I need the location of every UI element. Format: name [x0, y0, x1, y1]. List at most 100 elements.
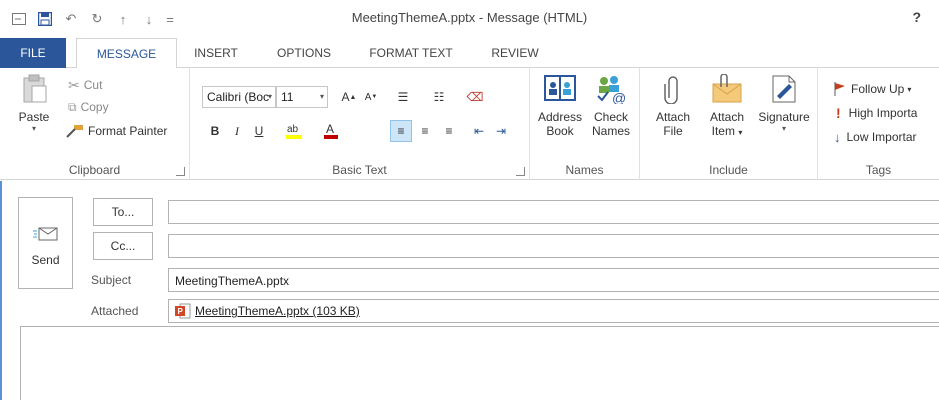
svg-text:A: A — [326, 122, 334, 136]
group-basic-text: Calibri (Boc ▾ 11 ▾ A ▲ A ▼ ☰ ☷ ⌫ B I U ab… — [190, 68, 530, 180]
basic-text-group-label: Basic Text — [332, 163, 387, 177]
svg-text:@: @ — [612, 90, 626, 104]
check-names-label-1: Check — [593, 110, 628, 124]
tab-options[interactable]: OPTIONS — [264, 38, 344, 68]
tab-message[interactable]: MESSAGE — [76, 38, 177, 69]
attach-item-label-2: Item ▾ — [711, 124, 743, 138]
decrease-indent-icon[interactable]: ⇤ — [468, 120, 490, 142]
paste-icon — [23, 74, 47, 103]
follow-up-label: Follow Up — [851, 82, 905, 96]
format-painter-icon — [66, 125, 83, 138]
attach-item-button[interactable]: Attach Item ▾ — [702, 73, 752, 138]
svg-text:P: P — [178, 307, 184, 316]
align-center-icon[interactable]: ≡ — [414, 120, 436, 142]
copy-button[interactable]: ⧉ Copy — [68, 96, 109, 118]
address-book-icon — [544, 75, 576, 101]
font-name-value: Calibri (Boc — [207, 90, 270, 104]
copy-icon: ⧉ — [68, 99, 77, 114]
tab-file[interactable]: FILE — [0, 38, 66, 68]
clipboard-group-label: Clipboard — [68, 163, 121, 177]
low-importance-label: Low Importar — [846, 130, 917, 144]
address-book-button[interactable]: Address Book — [534, 74, 586, 138]
paperclip-icon — [664, 76, 678, 105]
send-label: Send — [31, 253, 60, 267]
bold-icon[interactable]: B — [204, 120, 226, 142]
numbering-icon[interactable]: ☷ — [428, 86, 450, 108]
low-importance-icon: ↓ — [834, 129, 841, 145]
signature-icon — [772, 75, 796, 103]
follow-up-button[interactable]: Follow Up ▾ — [834, 78, 911, 100]
increase-indent-icon[interactable]: ⇥ — [490, 120, 512, 142]
cc-button[interactable]: Cc... — [93, 232, 153, 260]
scissors-icon: ✂ — [68, 76, 80, 93]
title-bar: ↶ ↻ ↑ ↓ = MeetingThemeA.pptx - Message (… — [0, 0, 939, 38]
compose-area: Send To... Cc... Subject MeetingThemeA.p… — [0, 181, 939, 400]
cut-label: Cut — [83, 78, 103, 92]
tab-format-text[interactable]: FORMAT TEXT — [358, 38, 464, 68]
high-importance-icon: ! — [836, 105, 841, 121]
group-include: Attach File Attach Item ▾ Signature ▾ In… — [640, 68, 818, 180]
underline-icon[interactable]: U — [248, 120, 270, 142]
signature-label: Signature — [758, 110, 810, 124]
address-book-label-1: Address — [537, 110, 583, 124]
include-group-label: Include — [709, 163, 748, 177]
highlight-icon[interactable]: ab — [284, 120, 306, 142]
copy-label: Copy — [80, 100, 109, 114]
grow-font-icon[interactable]: A ▲ — [338, 86, 360, 108]
font-size-value: 11 — [281, 90, 294, 104]
to-button[interactable]: To... — [93, 198, 153, 226]
clipboard-launcher-icon[interactable] — [176, 167, 185, 176]
to-field[interactable] — [168, 200, 939, 224]
check-names-button[interactable]: @ Check Names — [588, 74, 634, 138]
tab-review[interactable]: REVIEW — [480, 38, 550, 68]
low-importance-button[interactable]: ↓ Low Importar — [834, 126, 917, 148]
attachment-name: MeetingThemeA.pptx (103 KB) — [195, 304, 360, 318]
powerpoint-file-icon: P — [175, 303, 191, 319]
font-dropdown-icon: ▾ — [267, 92, 272, 101]
attachment-item[interactable]: P MeetingThemeA.pptx (103 KB) — [175, 303, 360, 319]
attached-label: Attached — [91, 304, 139, 318]
names-group-label: Names — [565, 163, 604, 177]
ribbon: Paste ▾ ✂ Cut ⧉ Copy Format Painter Clip… — [0, 68, 939, 180]
check-names-label-2: Names — [591, 124, 630, 138]
flag-icon — [834, 82, 845, 96]
format-painter-button[interactable]: Format Painter — [66, 120, 167, 142]
italic-icon[interactable]: I — [226, 120, 248, 142]
follow-up-dropdown-icon: ▾ — [907, 84, 912, 94]
check-names-icon: @ — [597, 76, 626, 106]
paste-label: Paste — [18, 110, 50, 124]
message-body[interactable] — [20, 326, 939, 400]
subject-label: Subject — [91, 273, 132, 287]
attach-file-label-1: Attach — [655, 110, 691, 124]
align-right-icon[interactable]: ≡ — [438, 120, 460, 142]
shrink-font-icon[interactable]: A ▼ — [360, 86, 382, 108]
send-button[interactable]: Send — [18, 197, 73, 289]
high-importance-label: High Importa — [848, 106, 918, 120]
font-name-combo[interactable]: Calibri (Boc ▾ — [202, 86, 276, 108]
ribbon-tabs: FILE MESSAGE INSERT OPTIONS FORMAT TEXT … — [0, 38, 939, 69]
subject-field[interactable]: MeetingThemeA.pptx — [168, 268, 939, 292]
font-size-combo[interactable]: 11 ▾ — [276, 86, 328, 108]
group-names: Address Book @ Check Names Names — [530, 68, 640, 180]
cc-field[interactable] — [168, 234, 939, 258]
format-painter-label: Format Painter — [88, 124, 168, 138]
attach-file-button[interactable]: Attach File — [648, 74, 698, 138]
align-left-icon[interactable]: ≡ — [390, 120, 412, 142]
tab-insert[interactable]: INSERT — [184, 38, 248, 68]
font-size-dropdown-icon: ▾ — [319, 92, 324, 101]
clear-formatting-icon[interactable]: ⌫ — [464, 86, 486, 108]
help-button[interactable]: ? — [912, 9, 921, 25]
bullets-icon[interactable]: ☰ — [392, 86, 414, 108]
font-color-icon[interactable]: A — [320, 120, 342, 142]
cut-button[interactable]: ✂ Cut — [68, 74, 102, 96]
signature-button[interactable]: Signature ▾ — [754, 74, 814, 133]
send-icon — [32, 227, 57, 241]
address-book-label-2: Book — [546, 124, 574, 138]
high-importance-button[interactable]: ! High Importa — [834, 102, 917, 124]
subject-value: MeetingThemeA.pptx — [175, 274, 290, 288]
window-title: MeetingThemeA.pptx - Message (HTML) — [351, 10, 588, 25]
paste-button[interactable]: Paste ▾ — [14, 74, 54, 133]
basic-text-launcher-icon[interactable] — [516, 167, 525, 176]
svg-text:ab: ab — [287, 124, 299, 135]
group-tags: Follow Up ▾ ! High Importa ↓ Low Importa… — [818, 68, 939, 180]
